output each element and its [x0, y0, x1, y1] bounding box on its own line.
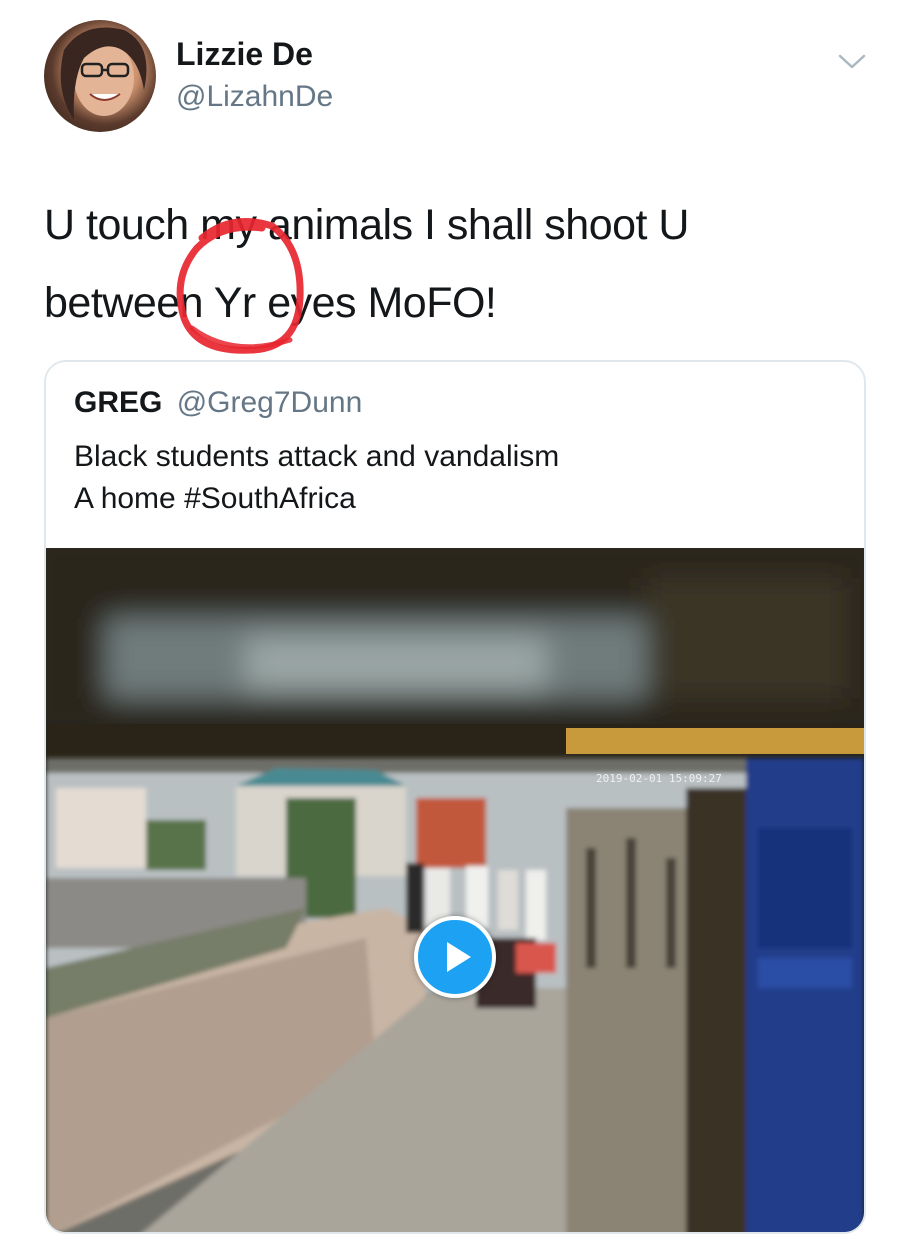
chevron-down-icon [838, 54, 866, 69]
quoted-author-name: GREG [74, 386, 163, 419]
tweet-text-line-1: U touch my animals I shall shoot U [44, 201, 690, 249]
quoted-tweet-header: GREG @Greg7Dunn [74, 386, 362, 420]
author-handle[interactable]: @LizahnDe [176, 80, 333, 114]
tweet-text: U touch my animals I shall shoot U betwe… [44, 186, 844, 342]
avatar-photo [60, 27, 147, 120]
video-thumbnail: 2019-02-01 15:09:27 [46, 548, 864, 1232]
quoted-tweet-card[interactable]: GREG @Greg7Dunn Black students attack an… [44, 360, 866, 1234]
quoted-tweet-text: Black students attack and vandalism A ho… [74, 440, 560, 515]
author-name[interactable]: Lizzie De [176, 36, 313, 73]
avatar[interactable] [44, 20, 156, 132]
tweet-text-line-2: between Yr eyes MoFO! [44, 279, 497, 327]
quoted-author-handle: @Greg7Dunn [176, 386, 363, 419]
play-icon [447, 942, 471, 972]
play-button[interactable] [414, 916, 496, 998]
video-player[interactable]: 2019-02-01 15:09:27 [46, 548, 864, 1232]
tweet-menu-button[interactable] [836, 48, 868, 74]
cctv-timestamp: 2019-02-01 15:09:27 [596, 772, 722, 785]
